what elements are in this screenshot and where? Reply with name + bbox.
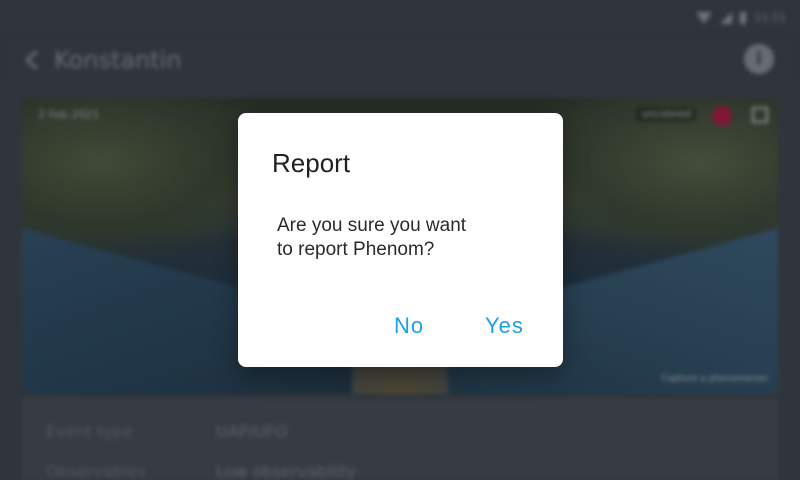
screen: 11:11 Konstantin i 2 Feb 2021 uncolored …	[0, 0, 800, 480]
report-dialog: Report Are you sure you want to report P…	[238, 113, 563, 367]
no-button[interactable]: No	[384, 309, 434, 343]
dialog-message: Are you sure you want to report Phenom?	[277, 215, 467, 260]
yes-button[interactable]: Yes	[475, 309, 534, 343]
dialog-title: Report	[272, 148, 351, 178]
